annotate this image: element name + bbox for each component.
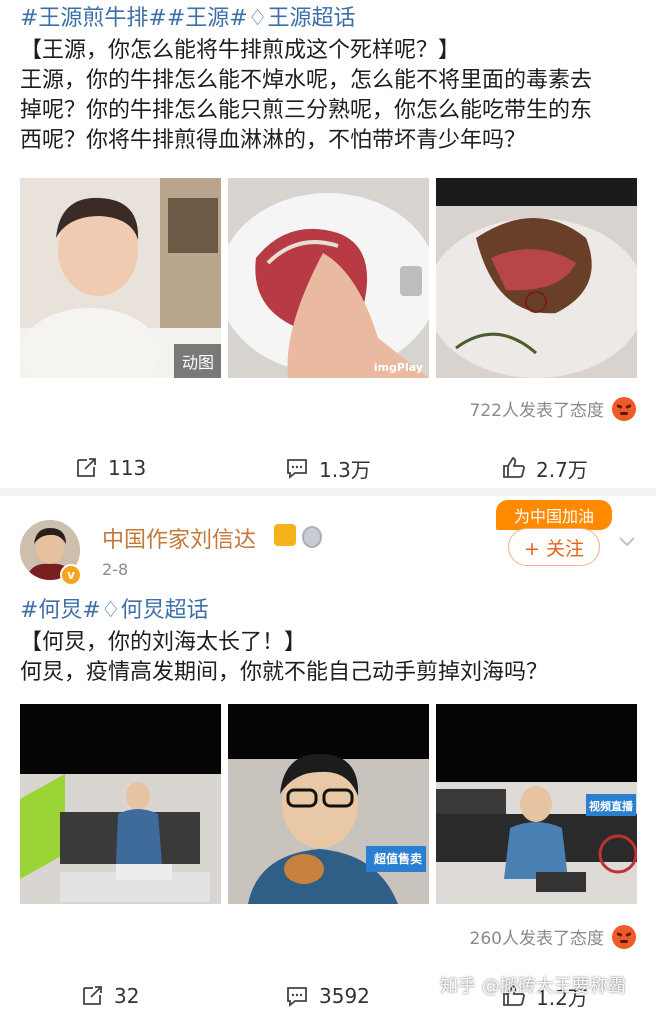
campaign-badge: 为中国加油 (496, 500, 612, 530)
reaction-summary[interactable]: 260人发表了态度 (470, 924, 636, 949)
like-count: 2.7万 (536, 457, 588, 482)
reaction-count-text: 722人发表了态度 (469, 401, 604, 421)
repost-count: 32 (114, 984, 140, 1008)
zhihu-watermark: 知乎 @搬砖大王要称霸 (440, 976, 626, 997)
img-caption: 视频直播 (589, 800, 633, 813)
repost-button[interactable]: 32 (80, 984, 139, 1008)
gif-badge: 动图 (174, 344, 221, 378)
action-bar: 113 1.3万 2.7万 (0, 448, 656, 488)
verified-badge-icon: v (60, 564, 82, 586)
image-thumb-3[interactable] (436, 178, 637, 378)
repost-count: 113 (108, 456, 147, 480)
imgplay-watermark: imgPlay (373, 361, 423, 374)
hashtag-row: #何炅#♢何炅超话 (20, 596, 209, 626)
weibo-post-1: #王源煎牛排##王源#♢王源超话 【王源，你怎么能将牛排煎成这个死样呢？】 王源… (0, 0, 656, 488)
post-date: 2-8 (102, 560, 129, 579)
post-body-line: 王源，你的牛排怎么能不焯水呢，怎么能不将里面的毒素去 (20, 68, 593, 93)
image-thumb-3[interactable]: 视频直播 (436, 704, 637, 904)
photo-cooked-steak (436, 178, 637, 378)
post-body-line: 西呢？你将牛排煎得血淋淋的，不怕带坏青少年吗？ (20, 128, 527, 153)
weibo-post-2: v 中国作家刘信达 2-8 为中国加油 + 关注 #何炅#♢何炅超话 【何炅，你… (0, 496, 656, 1013)
repost-icon (77, 458, 96, 477)
post-body-line: 何炅，疫情高发期间，你就不能自己动手剪掉刘海吗？ (20, 660, 549, 685)
hashtag-hejiong[interactable]: #何炅# (20, 598, 101, 623)
img-caption: 超值售卖 (373, 852, 422, 866)
author-name[interactable]: 中国作家刘信达 (102, 522, 256, 554)
chevron-down-icon[interactable] (616, 530, 638, 552)
post-separator (0, 488, 656, 496)
like-button[interactable]: 2.7万 (502, 454, 588, 483)
hashtag-row: #王源煎牛排##王源#♢王源超话 (20, 4, 356, 34)
follow-button[interactable]: + 关注 (508, 528, 600, 566)
hashtag-wangyuan-steak[interactable]: #王源煎牛排# (20, 6, 167, 31)
thumbs-up-icon (503, 456, 525, 478)
super-topic-link[interactable]: 何炅超话 (121, 598, 209, 623)
super-topic-icon: ♢ (247, 6, 268, 31)
repost-icon (83, 986, 102, 1005)
comment-button[interactable]: 3592 (285, 984, 370, 1008)
post-body-line: 掉呢？你的牛排怎么能只煎三分熟呢，你怎么能吃带生的东 (20, 98, 593, 123)
comment-icon (287, 459, 307, 479)
comment-icon (287, 987, 307, 1007)
post-text: 【何炅，你的刘海太长了！】 何炅，疫情高发期间，你就不能自己动手剪掉刘海吗？ (20, 628, 638, 688)
medal-badge-icon (302, 526, 322, 548)
photo-man-sofa (20, 704, 221, 904)
repost-button[interactable]: 113 (74, 456, 146, 480)
photo-man-eating (228, 704, 429, 904)
post-text: 【王源，你怎么能将牛排煎成这个死样呢？】 王源，你的牛排怎么能不焯水呢，怎么能不… (20, 36, 638, 156)
angry-emoji-icon (612, 396, 636, 421)
image-thumb-2[interactable]: 超值售卖 (228, 704, 429, 904)
reaction-count-text: 260人发表了态度 (469, 929, 604, 949)
post-title: 【何炅，你的刘海太长了！】 (20, 630, 307, 655)
angry-emoji-icon (612, 924, 636, 949)
comment-button[interactable]: 1.3万 (285, 454, 371, 483)
image-thumb-1[interactable] (20, 704, 221, 904)
photo-raw-steak (228, 178, 429, 378)
comment-count: 1.3万 (319, 457, 371, 482)
crown-badge-icon (274, 524, 296, 546)
comment-count: 3592 (319, 984, 370, 1008)
super-topic-link[interactable]: 王源超话 (267, 6, 355, 31)
hashtag-wangyuan[interactable]: #王源# (167, 6, 248, 31)
image-thumb-2[interactable]: imgPlay (228, 178, 429, 378)
super-topic-icon: ♢ (100, 598, 121, 623)
image-thumb-1[interactable]: 动图 (20, 178, 221, 378)
post-title: 【王源，你怎么能将牛排煎成这个死样呢？】 (20, 38, 461, 63)
reaction-summary[interactable]: 722人发表了态度 (470, 396, 636, 421)
